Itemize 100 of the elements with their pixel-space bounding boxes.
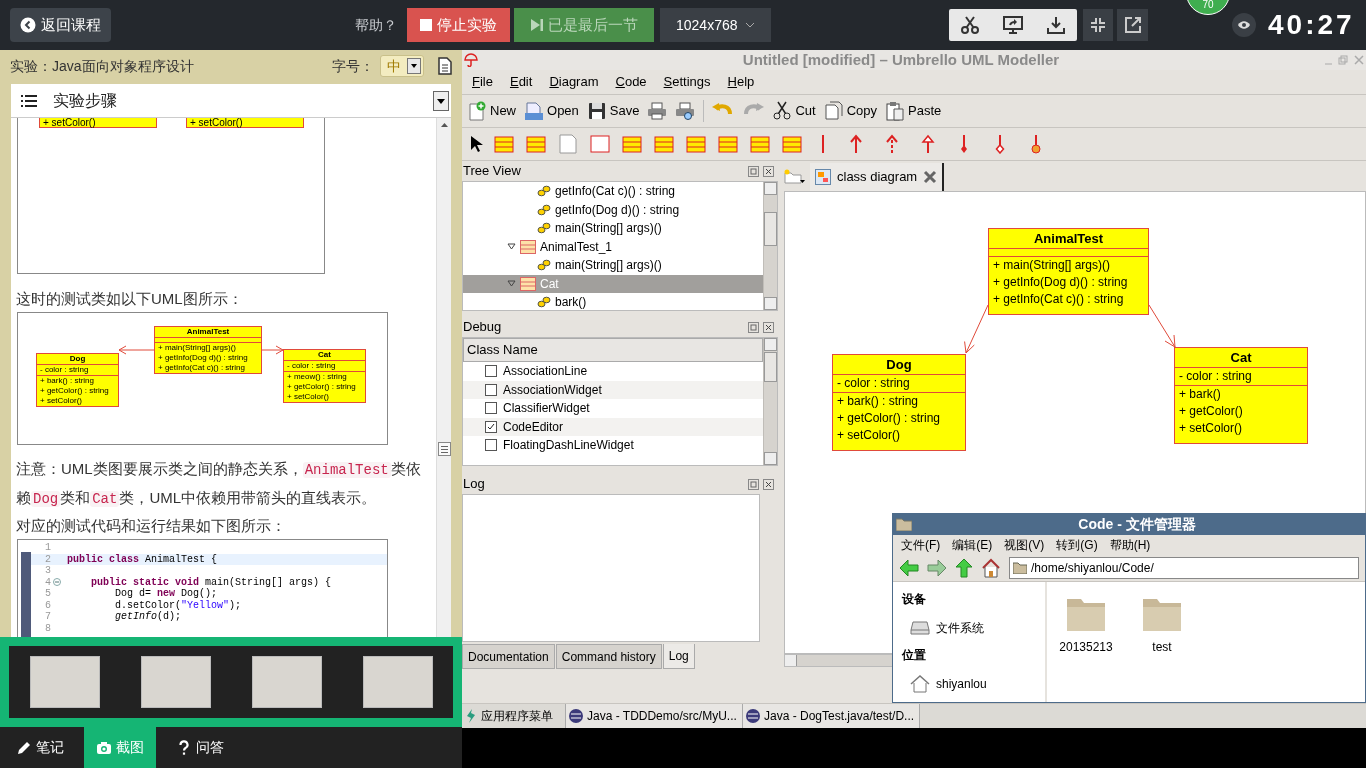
- back-arrow-icon[interactable]: [899, 559, 919, 578]
- menu-item[interactable]: Diagram: [549, 72, 599, 92]
- forward-arrow-icon[interactable]: [927, 559, 947, 578]
- dock-buttons-icon[interactable]: [748, 321, 774, 333]
- back-button[interactable]: 返回课程: [10, 8, 111, 42]
- help-link[interactable]: 帮助？: [355, 14, 397, 36]
- tree-item[interactable]: getInfo(Dog d)() : string: [463, 200, 763, 219]
- screen-share-icon[interactable]: [1003, 16, 1023, 34]
- checked-checkbox-icon[interactable]: [485, 420, 497, 433]
- interface-tool-icon[interactable]: [654, 134, 674, 154]
- sidebar-item[interactable]: shiyanlou: [902, 666, 1045, 702]
- thumbnail-placeholder[interactable]: [251, 656, 322, 708]
- compress-button[interactable]: [1083, 9, 1113, 41]
- eye-button[interactable]: [1232, 13, 1256, 37]
- dock-buttons-icon[interactable]: [748, 478, 774, 490]
- menu-item[interactable]: File: [472, 72, 493, 92]
- tree-item[interactable]: getInfo(Cat c)() : string: [463, 182, 763, 201]
- toolbar-button[interactable]: Copy: [823, 101, 878, 121]
- panel-tab[interactable]: 问答: [164, 727, 236, 768]
- class-attribute: - color : string: [1179, 368, 1253, 385]
- class-operation: + getInfo(Cat c)() : string: [158, 363, 246, 373]
- box-tool-icon[interactable]: [590, 134, 610, 154]
- hollow-arrow-tool-icon[interactable]: [920, 134, 936, 154]
- tree-item[interactable]: main(String[] args)(): [463, 256, 763, 275]
- enum-tool-icon[interactable]: [718, 134, 738, 154]
- class-name-label: AssociationLine: [503, 363, 588, 381]
- class-name-label: AssociationWidget: [503, 381, 602, 399]
- tree-item[interactable]: main(String[] args)(): [463, 219, 763, 238]
- scissors-icon[interactable]: [961, 16, 979, 34]
- dock-title: Debug: [463, 318, 502, 337]
- tree-item[interactable]: AnimalTest_1: [463, 237, 763, 256]
- checkbox-icon[interactable]: [485, 383, 497, 396]
- scrollbar[interactable]: [784, 654, 894, 667]
- diagram-tab[interactable]: class diagram: [810, 163, 945, 191]
- toolbar-button[interactable]: Save: [586, 101, 640, 121]
- line-number: 4: [44, 575, 52, 589]
- class-name-label: FloatingDashLineWidget: [503, 437, 634, 455]
- line-tool-icon[interactable]: [820, 134, 826, 154]
- list-icon: [21, 94, 37, 107]
- datatype-tool-icon[interactable]: [686, 134, 706, 154]
- thumbnail-placeholder[interactable]: [29, 656, 100, 708]
- dock-buttons-icon[interactable]: [748, 165, 774, 177]
- scrollbar[interactable]: [436, 118, 451, 637]
- dock-tab[interactable]: Command history: [555, 644, 662, 669]
- arrow-tool-icon[interactable]: [848, 134, 864, 154]
- class-tool-icon[interactable]: [494, 134, 514, 154]
- entity-tool-icon[interactable]: [750, 134, 770, 154]
- package-tool-icon[interactable]: [526, 134, 546, 154]
- menu-item[interactable]: Edit: [509, 72, 533, 92]
- scrollbar-thumb[interactable]: [438, 442, 451, 456]
- home-icon[interactable]: [981, 558, 1001, 579]
- column-header[interactable]: Class Name: [463, 338, 763, 362]
- taskbar-window-button[interactable]: Java - DogTest.java/test/D...: [743, 704, 920, 728]
- thumbnail-placeholder[interactable]: [362, 656, 433, 708]
- checkbox-icon[interactable]: [485, 365, 497, 378]
- class-tool-icon[interactable]: [622, 134, 642, 154]
- checkbox-icon[interactable]: [485, 402, 497, 415]
- menu-item[interactable]: Settings: [663, 72, 711, 92]
- menu-item[interactable]: 编辑(E): [952, 536, 993, 555]
- dock-tab[interactable]: Documentation: [462, 644, 555, 669]
- thumbnail-placeholder[interactable]: [140, 656, 211, 708]
- stop-button[interactable]: 停止实验: [407, 8, 510, 42]
- taskbar-window-button[interactable]: Java - TDDDemo/src/MyU...: [566, 704, 743, 728]
- panel-tab[interactable]: 笔记: [4, 727, 76, 768]
- checkbox-icon[interactable]: [485, 439, 497, 452]
- folder-item[interactable]: 20135213: [1055, 596, 1117, 656]
- menu-item[interactable]: 文件(F): [901, 536, 941, 555]
- scrollbar[interactable]: [763, 182, 777, 310]
- toolbar-button[interactable]: Open: [524, 101, 579, 121]
- paste-icon: [885, 101, 906, 121]
- class-name-label: CodeEditor: [503, 418, 564, 436]
- download-icon[interactable]: [1047, 16, 1065, 34]
- dock-tab[interactable]: Log: [662, 644, 695, 669]
- caption-text: 这时的测试类如以下UML图所示：: [16, 289, 244, 309]
- folder-item[interactable]: test: [1131, 596, 1193, 656]
- sidebar-item[interactable]: 文件系统: [902, 610, 1045, 646]
- dashed-arrow-tool-icon[interactable]: [884, 134, 900, 154]
- menu-item[interactable]: Help: [727, 72, 755, 92]
- toolbar-button[interactable]: Paste: [885, 101, 942, 121]
- new-tab-icon[interactable]: [784, 169, 806, 185]
- class-name: Dog: [37, 354, 118, 365]
- menu-item[interactable]: 转到(G): [1056, 536, 1098, 555]
- printer-icon[interactable]: [647, 101, 668, 121]
- folder-tool-icon[interactable]: [782, 134, 802, 154]
- menu-item[interactable]: Code: [615, 72, 647, 92]
- scrollbar[interactable]: [763, 338, 777, 465]
- tree-item[interactable]: bark(): [463, 293, 763, 310]
- toolbar-button[interactable]: New: [467, 101, 516, 121]
- toolbar-button[interactable]: Cut: [772, 101, 816, 121]
- class-operation: + bark(): [1179, 386, 1222, 403]
- print-preview-icon[interactable]: [675, 101, 696, 121]
- menu-item[interactable]: 视图(V): [1004, 536, 1045, 555]
- section-select[interactable]: 实验步骤: [11, 84, 451, 118]
- circle-end-tool-icon[interactable]: [1028, 134, 1044, 154]
- path-field[interactable]: /home/shiyanlou/Code/: [1009, 557, 1359, 580]
- select-cursor-icon[interactable]: [470, 135, 484, 153]
- external-link-button[interactable]: [1117, 9, 1148, 41]
- up-arrow-icon[interactable]: [955, 558, 973, 579]
- menu-item[interactable]: 帮助(H): [1109, 536, 1151, 555]
- resolution-dropdown[interactable]: 1024x768: [660, 8, 771, 42]
